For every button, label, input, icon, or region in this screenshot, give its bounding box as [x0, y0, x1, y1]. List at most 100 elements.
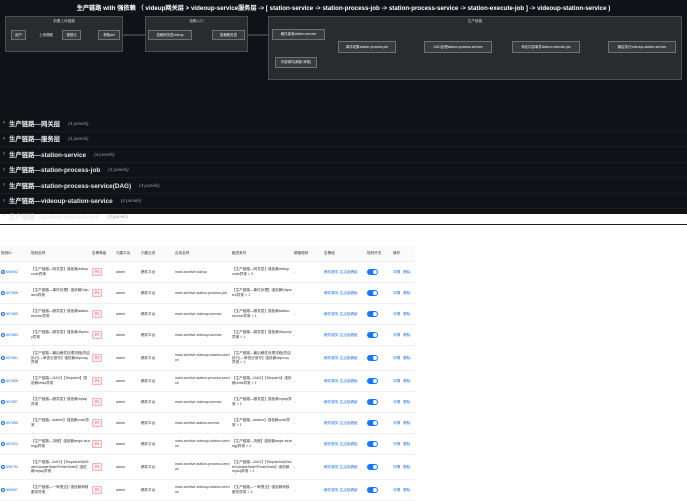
alert-group-link[interactable]: 稿件服务-生活投稿组: [324, 333, 358, 337]
collapsed-row[interactable]: › 生产链路—station-service (4 panels): [0, 147, 687, 163]
alert-group-link[interactable]: 稿件服务-生活投稿组: [324, 379, 358, 383]
node-gateway-videup[interactable]: 投稿网关层videup: [148, 30, 192, 40]
group-submit-label: 投稿入口: [189, 19, 204, 23]
detail-link[interactable]: 详情: [393, 356, 400, 360]
node-process-job[interactable]: 事件收集station-process-job: [338, 41, 396, 53]
rule-id: 696952: [6, 269, 18, 274]
delete-link[interactable]: 删除: [403, 379, 410, 383]
rule-id: 697858: [6, 378, 18, 383]
rule-switch-toggle[interactable]: [367, 441, 378, 447]
delete-link[interactable]: 删除: [403, 488, 410, 492]
table-row: i 696057 【生产链路—一审提交】强依赖审核服务异常 P0 alarm 稿件平台 ma…: [0, 479, 415, 501]
delete-link[interactable]: 删除: [403, 442, 410, 446]
collapsed-row[interactable]: › 生产链路—station-process-service(DAG) (4 pan…: [0, 178, 687, 194]
rule-switch-toggle[interactable]: [367, 464, 378, 470]
rule-id-link[interactable]: i 697861: [1, 356, 29, 361]
rule-id-link[interactable]: i 697885: [1, 312, 29, 317]
row-panel-count: (4 panels): [68, 120, 89, 126]
node-station-service[interactable]: 稿件接收station-service: [272, 29, 325, 40]
node-get-aid[interactable]: 获取aid: [98, 30, 120, 40]
alert-group-link[interactable]: 稿件服务-生活投稿组: [324, 421, 358, 425]
rule-id-link[interactable]: i 697883: [1, 333, 29, 338]
detail-link[interactable]: 详情: [393, 465, 400, 469]
node-service-layer[interactable]: 投稿服务层: [212, 30, 245, 40]
detail-link[interactable]: 详情: [393, 488, 400, 492]
alert-level-tag: P0: [92, 398, 102, 406]
rule-id-link[interactable]: i 696952: [1, 270, 29, 275]
business: 稿件平台: [140, 391, 174, 413]
collapsed-row[interactable]: › 生产链路—station-process-job (3 panels): [0, 163, 687, 178]
delete-link[interactable]: 删除: [403, 270, 410, 274]
node-video-meta[interactable]: 视频元: [62, 30, 81, 40]
node-upload-video[interactable]: 上传视频: [36, 30, 56, 40]
detail-link[interactable]: 详情: [393, 379, 400, 383]
detail-link[interactable]: 详情: [393, 333, 400, 337]
rule-id-link[interactable]: i 697856: [1, 421, 29, 426]
rule-switch-toggle[interactable]: [367, 420, 378, 426]
mask-rule: -: [293, 303, 323, 325]
delete-link[interactable]: 删除: [403, 465, 410, 469]
info-icon: i: [1, 465, 5, 469]
alert-group-link[interactable]: 稿件服务-生活投稿组: [324, 400, 358, 404]
rule-id: 697857: [6, 399, 18, 404]
alert-group-link[interactable]: 稿件服务-生活投稿组: [324, 312, 358, 316]
collapsed-row[interactable]: › 生产链路—网关层 (4 panels): [0, 116, 687, 132]
alert-level-tag: P0: [92, 377, 102, 385]
detail-link[interactable]: 详情: [393, 270, 400, 274]
rule-id-link[interactable]: i 697888: [1, 291, 29, 296]
business: 稿件平台: [140, 324, 174, 346]
alert-level-tag: P0: [92, 354, 102, 362]
delete-link[interactable]: 删除: [403, 291, 410, 295]
rule-switch-toggle[interactable]: [367, 378, 378, 384]
rule-id-link[interactable]: i 697857: [1, 400, 29, 405]
detail-link[interactable]: 详情: [393, 312, 400, 316]
detail-link[interactable]: 详情: [393, 421, 400, 425]
rule-switch-toggle[interactable]: [367, 487, 378, 493]
info-icon: i: [1, 270, 5, 274]
alert-group-link[interactable]: 稿件服务-生活投稿组: [324, 465, 358, 469]
rule-switch-toggle[interactable]: [367, 311, 378, 317]
rule-id-link[interactable]: i 696792: [1, 465, 29, 470]
delete-link[interactable]: 删除: [403, 400, 410, 404]
alert-group-link[interactable]: 稿件服务-生活投稿组: [324, 291, 358, 295]
node-external-events[interactable]: 外部事件(刷新,审核): [275, 57, 317, 68]
rule-name: 【生产链路—station】强依赖code异常: [30, 412, 91, 434]
rule-switch-toggle[interactable]: [367, 332, 378, 338]
app-name: main.archive.station-process-service: [174, 454, 231, 480]
collapsed-row[interactable]: › 生产链路—服务层 (4 panels): [0, 132, 687, 147]
alert-group-link[interactable]: 稿件服务-生活投稿组: [324, 356, 358, 360]
node-final-station[interactable]: 最后执行videoup-station-service: [608, 41, 676, 53]
detail-link[interactable]: 详情: [393, 400, 400, 404]
alert-group-link[interactable]: 稿件服务-生活投稿组: [324, 488, 358, 492]
table-body: i 696952 【生产链路—网关层】强依赖videup code异常 P0 alarm…: [0, 261, 415, 501]
node-execute-job[interactable]: 转化内容事件station-execute-job: [512, 41, 580, 53]
alert-group-link[interactable]: 稿件服务-生活投稿组: [324, 270, 358, 274]
alert-group-link[interactable]: 稿件服务-生活投稿组: [324, 442, 358, 446]
business: 稿件平台: [140, 412, 174, 434]
rule-id-link[interactable]: i 697022: [1, 442, 29, 447]
rule-switch-toggle[interactable]: [367, 290, 378, 296]
detail-link[interactable]: 详情: [393, 442, 400, 446]
alert-level-tag: P0: [92, 440, 102, 448]
trigger-condition: 【生产链路—服务层】强依赖mysql异常 > 1: [231, 391, 293, 413]
collapsed-row[interactable]: › 生产链路—station-execute-job (3 panels): [0, 209, 687, 225]
delete-link[interactable]: 删除: [403, 312, 410, 316]
detail-link[interactable]: 详情: [393, 291, 400, 295]
node-user[interactable]: 用户: [11, 30, 26, 40]
rule-id: 697885: [6, 311, 18, 316]
rule-id-link[interactable]: i 696057: [1, 488, 29, 493]
node-dag[interactable]: DAG处理station-process-service: [424, 41, 492, 53]
rule-switch-toggle[interactable]: [367, 269, 378, 275]
column-header: 规则名称: [30, 246, 91, 262]
mask-rule: -: [293, 282, 323, 304]
platform: alarm: [115, 370, 140, 392]
rule-switch-toggle[interactable]: [367, 399, 378, 405]
delete-link[interactable]: 删除: [403, 421, 410, 425]
alert-rules-table: 规则ID 规则名称 告警等级 归属平台 归属业务 应用名称 触发条件 屏蔽规则 告警组 规则开关操…: [0, 246, 415, 501]
delete-link[interactable]: 删除: [403, 356, 410, 360]
delete-link[interactable]: 删除: [403, 333, 410, 337]
rule-id-link[interactable]: i 697858: [1, 379, 29, 384]
app-name: main.archive.videoup-service: [174, 391, 231, 413]
rule-switch-toggle[interactable]: [367, 355, 378, 361]
collapsed-row[interactable]: › 生产链路—videoup-station-service (4 panels): [0, 194, 687, 209]
